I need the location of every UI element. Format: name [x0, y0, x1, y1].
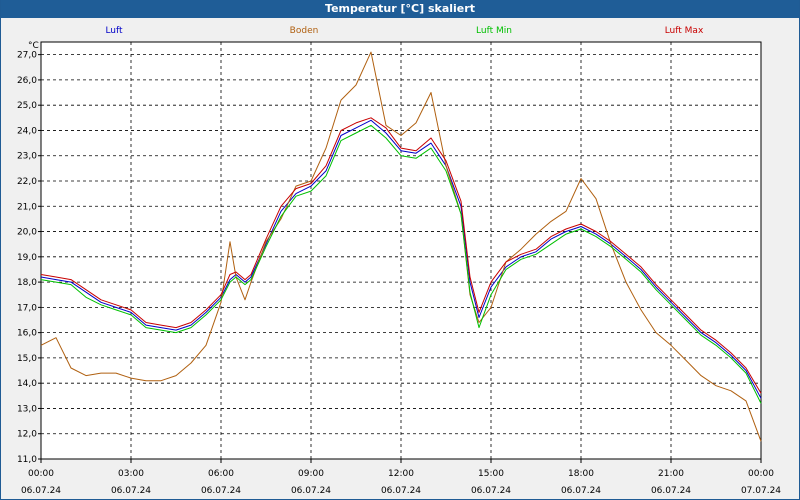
y-tick-label: 14,0	[17, 379, 37, 389]
window-title: Temperatur [°C] skaliert	[1, 0, 799, 18]
x-tick-date-label: 06.07.24	[561, 486, 601, 496]
legend-entry-luft: Luft	[105, 26, 123, 36]
x-tick-time-label: 18:00	[568, 469, 594, 479]
x-tick-date-label: 06.07.24	[201, 486, 241, 496]
x-tick-time-label: 12:00	[388, 469, 414, 479]
y-tick-label: 12,0	[17, 430, 37, 440]
chart-svg: 11,0 12,0 13,0 14,0 15,0 16,0 17,0 18,0 19,0 20,0…	[1, 18, 799, 499]
x-tick-date-label: 06.07.24	[651, 486, 691, 496]
y-tick-label: 20,0	[17, 228, 37, 238]
x-tick-date-label: 07.07.24	[741, 486, 781, 496]
x-tick-date-label: 06.07.24	[381, 486, 421, 496]
y-tick-label: 15,0	[17, 354, 37, 364]
legend-entry-luft-min: Luft Min	[476, 26, 512, 36]
x-tick-date-label: 06.07.24	[471, 486, 511, 496]
y-tick-label: 24,0	[17, 126, 37, 136]
y-tick-label: 21,0	[17, 202, 37, 212]
y-tick-label: 18,0	[17, 278, 37, 288]
y-tick-label: 25,0	[17, 101, 37, 111]
x-tick-date-label: 06.07.24	[21, 486, 61, 496]
y-tick-label: 13,0	[17, 404, 37, 414]
y-tick-label: 17,0	[17, 303, 37, 313]
y-tick-label: 23,0	[17, 152, 37, 162]
chart-window: Temperatur [°C] skaliert 11,0 12,0 13,0 14,…	[0, 0, 800, 500]
legend-entry-luft-max: Luft Max	[665, 26, 704, 36]
x-tick-time-label: 15:00	[478, 469, 504, 479]
y-tick-label: 22,0	[17, 177, 37, 187]
x-tick-date-label: 06.07.24	[111, 486, 151, 496]
x-tick-time-label: 06:00	[208, 469, 234, 479]
y-tick-label: 11,0	[17, 455, 37, 465]
x-tick-date-label: 06.07.24	[291, 486, 331, 496]
x-tick-time-label: 09:00	[298, 469, 324, 479]
legend-entry-boden: Boden	[290, 26, 319, 36]
x-tick-time-label: 21:00	[658, 469, 684, 479]
y-tick-label: 16,0	[17, 329, 37, 339]
y-tick-label: 26,0	[17, 76, 37, 86]
x-tick-time-label: 03:00	[118, 469, 144, 479]
y-tick-label: 27,0	[17, 51, 37, 61]
x-tick-time-label: 00:00	[28, 469, 54, 479]
y-axis-unit-label: °C	[28, 41, 39, 51]
y-tick-label: 19,0	[17, 253, 37, 263]
x-tick-time-label: 00:00	[748, 469, 774, 479]
